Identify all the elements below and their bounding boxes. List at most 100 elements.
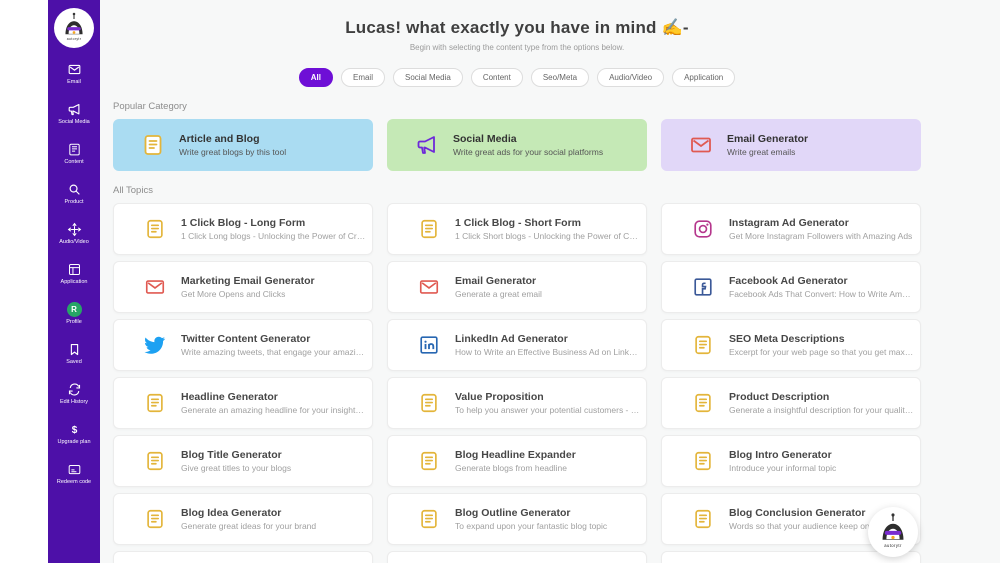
doc-icon xyxy=(144,392,166,414)
doc-icon xyxy=(418,450,440,472)
topic-card-poetry-generator[interactable]: Poetry Generator Write a mesmerizing poe… xyxy=(113,551,373,563)
topic-card-title: Marketing Email Generator xyxy=(181,275,315,287)
avatar: R xyxy=(66,302,82,318)
sidebar-item-label: Upgrade plan xyxy=(57,439,91,446)
topic-card-blog-intro-generator[interactable]: Blog Intro Generator Introduce your info… xyxy=(661,435,921,487)
topic-card-desc: Excerpt for your web page so that you ge… xyxy=(729,347,914,357)
popular-card-social-media[interactable]: Social Media Write great ads for your so… xyxy=(387,119,647,171)
topic-card-desc: Generate a insightful description for yo… xyxy=(729,405,914,415)
topic-card-value-proposition[interactable]: Value Proposition To help you answer you… xyxy=(387,377,647,429)
topic-card-headline-generator[interactable]: Headline Generator Generate an amazing h… xyxy=(113,377,373,429)
doc-icon xyxy=(418,392,440,414)
topic-card-title: Instagram Ad Generator xyxy=(729,217,849,229)
filter-pill-content[interactable]: Content xyxy=(470,68,523,87)
topic-card-blog-outline-generator[interactable]: Blog Outline Generator To expand upon yo… xyxy=(387,493,647,545)
popular-card-desc: Write great emails xyxy=(727,147,796,157)
sidebar-item-social-media[interactable]: Social Media xyxy=(48,102,100,125)
doc-icon xyxy=(418,218,440,240)
sidebar-item-content[interactable]: Content xyxy=(48,142,100,165)
sidebar-item-profile[interactable]: R Profile xyxy=(48,302,100,325)
filter-pill-social-media[interactable]: Social Media xyxy=(393,68,463,87)
filter-pill-all[interactable]: All xyxy=(298,68,333,87)
topic-card-desc: Get More Opens and Clicks xyxy=(181,289,286,299)
filter-pill-seo-meta[interactable]: Seo/Meta xyxy=(530,68,590,87)
sidebar-item-label: Content xyxy=(64,159,84,166)
topic-card-desc: Generate blogs from headline xyxy=(455,463,567,473)
topic-card-title: Email Generator xyxy=(455,275,537,287)
search-icon xyxy=(67,182,82,197)
app-root: autorytr Email Social Media Content Prod… xyxy=(0,0,1000,563)
topic-card-seo-meta-descriptions[interactable]: SEO Meta Descriptions Excerpt for your w… xyxy=(661,319,921,371)
sidebar-item-audio-video[interactable]: Audio/Video xyxy=(48,222,100,245)
topic-card-facebook-ad-generator[interactable]: Facebook Ad Generator Facebook Ads That … xyxy=(661,261,921,313)
doc-icon xyxy=(144,218,166,240)
topic-card-desc: 1 Click Short blogs - Unlocking the Powe… xyxy=(455,231,640,241)
sidebar-item-label: Redeem code xyxy=(56,479,92,486)
mascot-icon: autorytr xyxy=(56,10,92,46)
sidebar-item-label: Product xyxy=(64,199,84,206)
doc-icon xyxy=(692,508,714,530)
topic-card-title: Twitter Content Generator xyxy=(181,333,311,345)
popular-card-article-and-blog[interactable]: Article and Blog Write great blogs by th… xyxy=(113,119,373,171)
doc-icon xyxy=(692,450,714,472)
topic-card-blog-headline-expander[interactable]: Blog Headline Expander Generate blogs fr… xyxy=(387,435,647,487)
popular-card-email-generator[interactable]: Email Generator Write great emails xyxy=(661,119,921,171)
card-icon xyxy=(67,462,82,477)
sidebar-item-label: Social Media xyxy=(58,119,90,126)
doc-icon xyxy=(692,334,714,356)
topic-card-product-description[interactable]: Product Description Generate a insightfu… xyxy=(661,377,921,429)
topic-card-email-generator[interactable]: Email Generator Generate a great email xyxy=(387,261,647,313)
doc-icon xyxy=(144,508,166,530)
sidebar-item-redeem-code[interactable]: Redeem code xyxy=(48,462,100,485)
mascot-icon: autorytr xyxy=(872,511,914,553)
topic-card-title: LinkedIn Ad Generator xyxy=(455,333,568,345)
topic-card-desc: 1 Click Long blogs - Unlocking the Power… xyxy=(181,231,366,241)
topic-card-title: Blog Idea Generator xyxy=(181,507,282,519)
topic-card-blog-idea-generator[interactable]: Blog Idea Generator Generate great ideas… xyxy=(113,493,373,545)
sidebar-item-email[interactable]: Email xyxy=(48,62,100,85)
topic-card-linkedin-ad-generator[interactable]: LinkedIn Ad Generator How to Write an Ef… xyxy=(387,319,647,371)
sidebar-item-saved[interactable]: Saved xyxy=(48,342,100,365)
sidebar-item-label: Profile xyxy=(66,319,82,326)
filter-pill-email[interactable]: Email xyxy=(340,68,385,87)
sidebar-item-label: Edit History xyxy=(59,399,89,406)
filter-pill-application[interactable]: Application xyxy=(672,68,736,87)
doc-icon xyxy=(144,450,166,472)
topic-card-1-click-blog-long-form[interactable]: 1 Click Blog - Long Form 1 Click Long bl… xyxy=(113,203,373,255)
doc-icon xyxy=(692,392,714,414)
chat-widget-button[interactable]: autorytr xyxy=(868,507,918,557)
sidebar-item-upgrade-plan[interactable]: $ Upgrade plan xyxy=(48,422,100,445)
topic-card-blog-title-generator[interactable]: Blog Title Generator Give great titles t… xyxy=(113,435,373,487)
svg-text:autorytr: autorytr xyxy=(884,543,902,548)
topic-card-desc: How to Write an Effective Business Ad on… xyxy=(455,347,640,357)
popular-category-grid: Article and Blog Write great blogs by th… xyxy=(113,119,921,171)
main-area: Lucas! what exactly you have in mind ✍️-… xyxy=(100,0,1000,563)
history-icon xyxy=(67,382,82,397)
application-icon xyxy=(67,262,82,277)
popular-card-desc: Write great ads for your social platform… xyxy=(453,147,604,157)
sidebar-item-application[interactable]: Application xyxy=(48,262,100,285)
envelope-icon xyxy=(418,276,440,298)
email-icon xyxy=(67,62,82,77)
topic-card-onboarding-screen-messages[interactable]: Onboarding Screen Messages Get your onbo… xyxy=(387,551,647,563)
svg-text:$: $ xyxy=(71,425,77,436)
topic-card-twitter-content-generator[interactable]: Twitter Content Generator Write amazing … xyxy=(113,319,373,371)
brand-logo[interactable]: autorytr xyxy=(54,8,94,48)
doc-icon xyxy=(141,133,165,157)
sidebar-item-label: Saved xyxy=(66,359,82,366)
topic-card-instagram-ad-generator[interactable]: Instagram Ad Generator Get More Instagra… xyxy=(661,203,921,255)
topic-card-desc: Introduce your informal topic xyxy=(729,463,837,473)
sidebar-item-label: Audio/Video xyxy=(59,239,89,246)
sidebar-item-edit-history[interactable]: Edit History xyxy=(48,382,100,405)
sidebar-item-product[interactable]: Product xyxy=(48,182,100,205)
content-icon xyxy=(67,142,82,157)
sidebar-nav: Email Social Media Content Product Audio… xyxy=(48,62,100,486)
topic-card-marketing-email-generator[interactable]: Marketing Email Generator Get More Opens… xyxy=(113,261,373,313)
all-topics-label: All Topics xyxy=(113,185,153,196)
popular-category-label: Popular Category xyxy=(113,101,187,112)
dollar-icon: $ xyxy=(67,422,82,437)
topic-card-desc: Get More Instagram Followers with Amazin… xyxy=(729,231,913,241)
topic-card-1-click-blog-short-form[interactable]: 1 Click Blog - Short Form 1 Click Short … xyxy=(387,203,647,255)
topic-card-desc: Generate an amazing headline for your in… xyxy=(181,405,366,415)
filter-pill-audio-video[interactable]: Audio/Video xyxy=(597,68,665,87)
